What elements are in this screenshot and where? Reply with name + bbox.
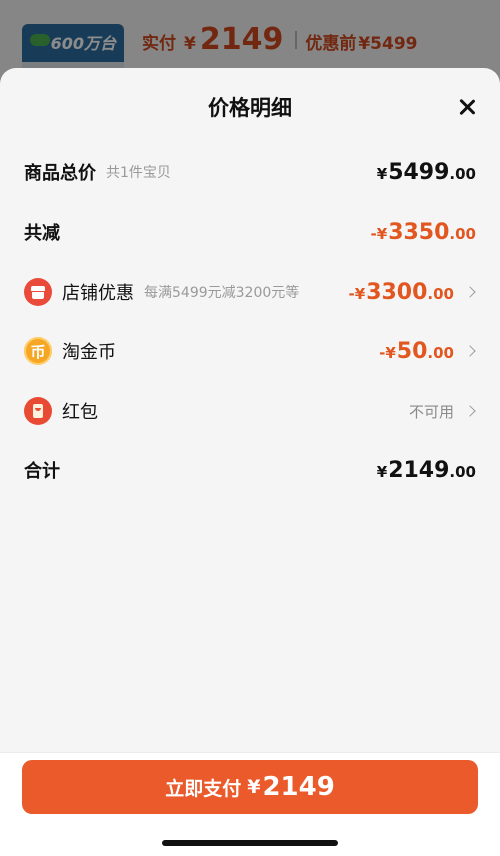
amount-integer: 50: [396, 338, 428, 364]
currency-symbol: ¥: [376, 462, 388, 481]
shop-promo-rule: 每满5499元减3200元等: [144, 285, 300, 301]
chevron-right-icon: [464, 405, 476, 417]
subtotal-label: 合计: [24, 461, 60, 482]
amount-decimal: .00: [427, 284, 454, 303]
currency-symbol: -¥: [370, 224, 388, 243]
currency-symbol: -¥: [379, 343, 396, 362]
amount-integer: 2149: [388, 457, 450, 483]
taojinbi-label: 淘金币: [62, 342, 116, 363]
amount-decimal: .00: [449, 462, 476, 481]
currency-symbol: ¥: [376, 164, 388, 183]
store-icon: [24, 278, 52, 306]
shop-promo-label: 店铺优惠: [62, 283, 134, 304]
total-discount-value: -¥ 3350 .00: [371, 220, 476, 245]
amount-integer: 5499: [388, 159, 450, 185]
close-icon[interactable]: [452, 92, 482, 122]
shop-promo-value: -¥ 3300 .00: [349, 280, 454, 305]
pay-button-amount: 2149: [262, 772, 335, 802]
red-packet-status: 不可用: [408, 402, 454, 421]
goods-count: 共1件宝贝: [106, 165, 171, 181]
row-shop-promo[interactable]: 店铺优惠 每满5499元减3200元等 -¥ 3300 .00: [24, 277, 476, 307]
pay-button-label: 立即支付: [165, 777, 242, 800]
pay-now-button[interactable]: 立即支付 ¥ 2149: [22, 760, 478, 814]
chevron-right-icon: [464, 345, 476, 357]
taojinbi-value: -¥ 50 .00: [379, 339, 454, 364]
row-total-discount: 共减 -¥ 3350 .00: [24, 217, 476, 247]
row-goods-total: 商品总价 共1件宝贝 ¥ 5499 .00: [24, 157, 476, 187]
total-discount-label: 共减: [24, 223, 60, 244]
currency-symbol: -¥: [348, 284, 366, 303]
row-taojinbi[interactable]: 币 淘金币 -¥ 50 .00: [24, 336, 476, 366]
row-subtotal: 合计 ¥ 2149 .00: [24, 455, 476, 485]
goods-total-value: ¥ 5499 .00: [377, 160, 476, 185]
home-indicator[interactable]: [162, 840, 338, 846]
red-packet-label: 红包: [62, 402, 98, 423]
amount-decimal: .00: [427, 343, 454, 362]
footer-bar: 立即支付 ¥ 2149: [0, 752, 500, 856]
coin-glyph: 币: [30, 343, 46, 361]
price-detail-sheet: 价格明细 商品总价 共1件宝贝 ¥ 5499 .00 共减 -¥ 3350 .0…: [0, 68, 500, 856]
red-packet-icon: [24, 397, 52, 425]
pay-button-currency: ¥: [247, 776, 261, 798]
screen: 600万台 实付 ¥ 2149 优惠前 ¥5499 价格明细 商品总价 共1件宝…: [0, 0, 500, 856]
amount-decimal: .00: [449, 164, 476, 183]
amount-decimal: .00: [449, 224, 476, 243]
goods-total-label: 商品总价: [24, 163, 96, 184]
chevron-right-icon: [464, 286, 476, 298]
sheet-title: 价格明细: [208, 96, 292, 120]
subtotal-value: ¥ 2149 .00: [377, 458, 476, 483]
row-red-packet[interactable]: 红包 不可用: [24, 396, 476, 426]
amount-integer: 3350: [388, 219, 450, 245]
amount-integer: 3300: [366, 279, 428, 305]
coin-icon: 币: [24, 337, 52, 365]
